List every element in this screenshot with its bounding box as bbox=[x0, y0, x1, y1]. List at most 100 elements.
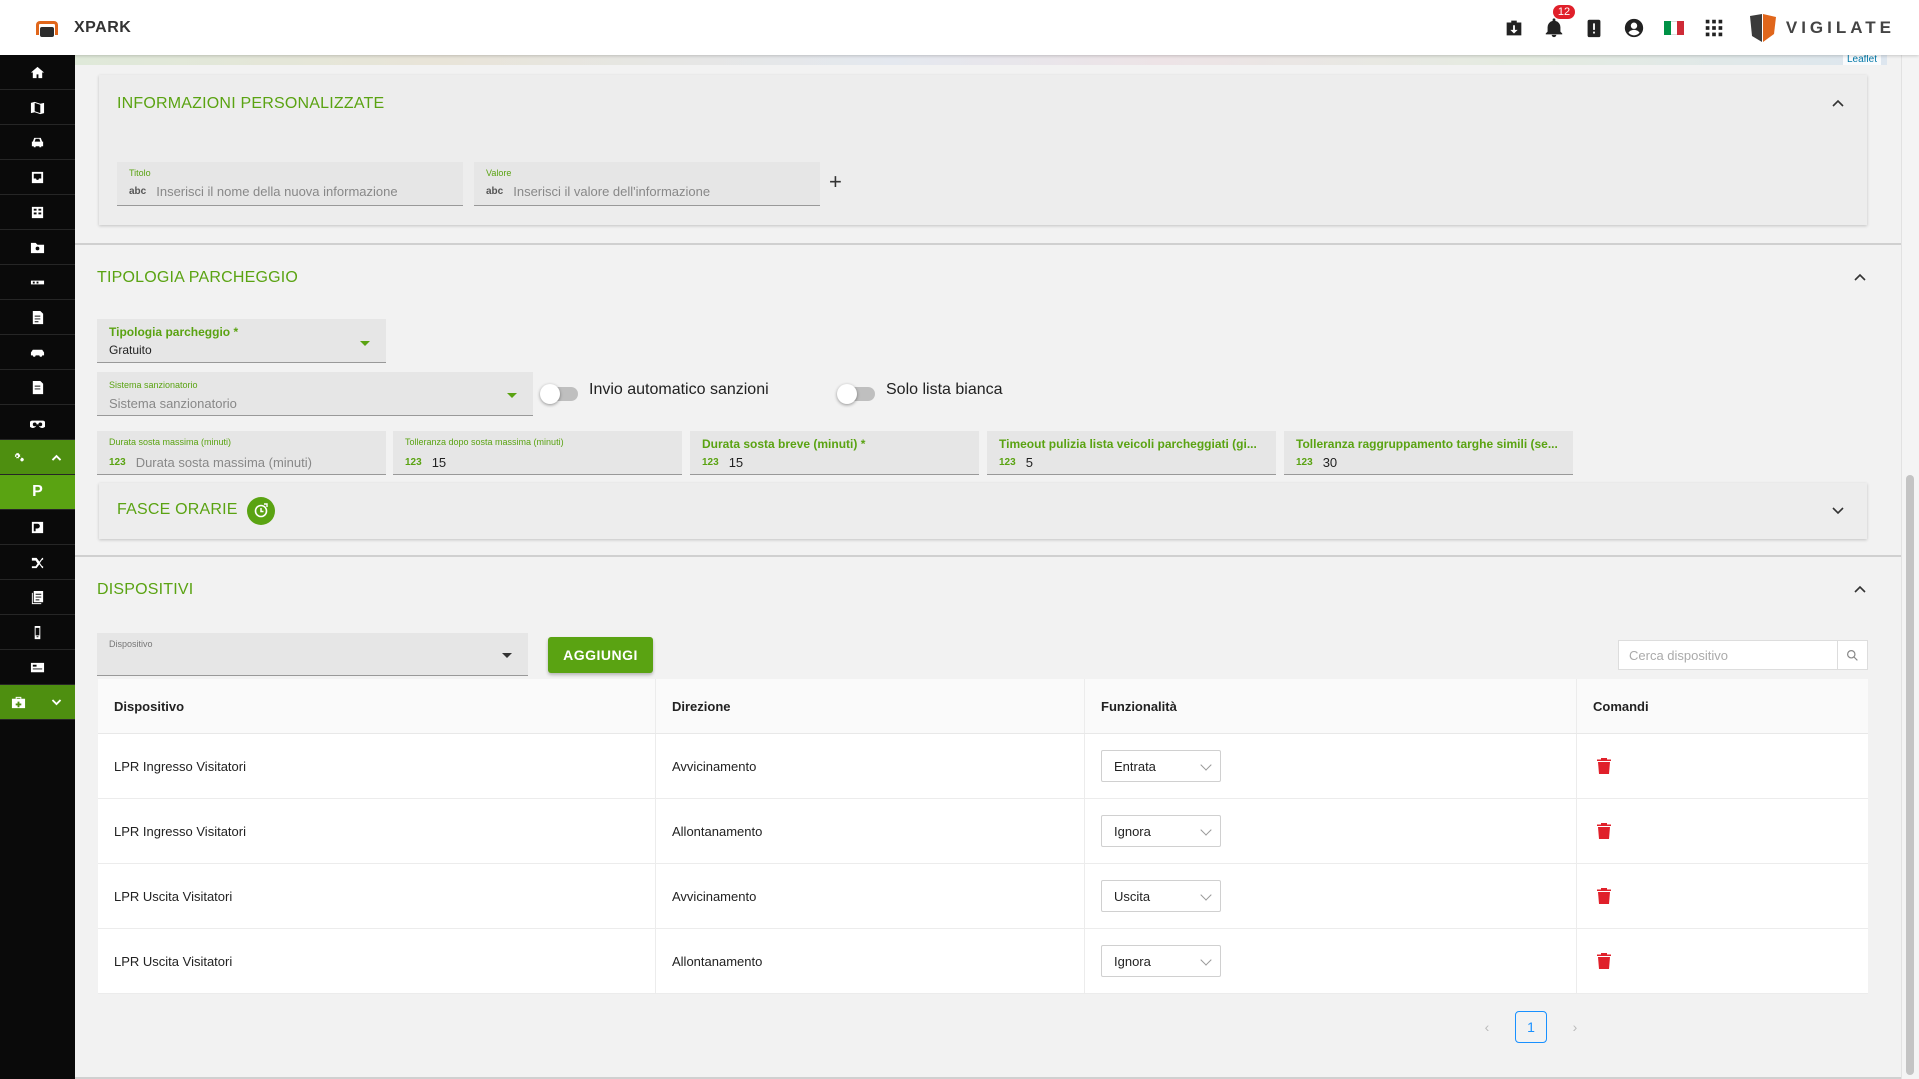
account-circle-icon[interactable] bbox=[1614, 0, 1654, 55]
sidebar-group-settings[interactable] bbox=[0, 440, 75, 475]
download-box-icon[interactable] bbox=[1494, 0, 1534, 55]
camera-bar-icon bbox=[30, 280, 45, 284]
apps-grid-icon[interactable] bbox=[1694, 0, 1734, 55]
short-stay-field[interactable]: Durata sosta breve (minuti) * 123 15 bbox=[690, 431, 979, 475]
language-flag-icon[interactable] bbox=[1654, 0, 1694, 55]
delete-trash-icon[interactable] bbox=[1597, 953, 1611, 969]
collapse-chevron-up-icon[interactable] bbox=[1853, 271, 1867, 285]
parking-type-value: Gratuito bbox=[109, 343, 152, 357]
sidebar-item-monitoring[interactable] bbox=[0, 405, 75, 440]
sanction-system-select[interactable]: Sistema sanzionatorio Sistema sanzionato… bbox=[97, 372, 533, 416]
delete-trash-icon[interactable] bbox=[1597, 888, 1611, 904]
number-type-icon: 123 bbox=[1296, 457, 1313, 468]
map-attribution[interactable]: Leaflet bbox=[1842, 54, 1881, 65]
function-select[interactable]: Ignora bbox=[1101, 815, 1221, 847]
delete-trash-icon[interactable] bbox=[1597, 758, 1611, 774]
section-divider bbox=[75, 243, 1901, 245]
list-icon bbox=[31, 590, 44, 604]
plate-grouping-field[interactable]: Tolleranza raggruppamento targhe simili … bbox=[1284, 431, 1573, 475]
cleanup-timeout-field[interactable]: Timeout pulizia lista veicoli parcheggia… bbox=[987, 431, 1276, 475]
device-name-cell: LPR Uscita Visitatori bbox=[98, 929, 656, 993]
cleanup-timeout-input[interactable]: 123 5 bbox=[999, 455, 1033, 470]
plate-grouping-label: Tolleranza raggruppamento targhe simili … bbox=[1296, 437, 1558, 451]
tolerance-after-max-field[interactable]: Tolleranza dopo sosta massima (minuti) 1… bbox=[393, 431, 682, 475]
add-time-slot-icon[interactable] bbox=[247, 497, 275, 525]
value-field-input[interactable]: abc Inserisci il valore dell'informazione bbox=[486, 184, 710, 199]
chevron-up-icon bbox=[51, 454, 61, 461]
notifications-bell-icon[interactable]: 12 bbox=[1534, 0, 1576, 55]
next-page-button[interactable]: › bbox=[1559, 1019, 1591, 1035]
collapse-chevron-up-icon[interactable] bbox=[1831, 97, 1845, 111]
parking-map-icon bbox=[31, 521, 44, 533]
sidebar-item-inbox[interactable] bbox=[0, 160, 75, 195]
sidebar-item-table[interactable] bbox=[0, 195, 75, 230]
report-icon bbox=[32, 310, 44, 324]
function-select-value: Uscita bbox=[1114, 888, 1151, 904]
map-icon bbox=[30, 101, 45, 114]
parking-type-select[interactable]: Tipologia parcheggio * Gratuito bbox=[97, 319, 386, 363]
vigilate-shield-icon bbox=[1749, 13, 1776, 42]
sidebar-item-reports[interactable] bbox=[0, 300, 75, 335]
sanction-system-label: Sistema sanzionatorio bbox=[109, 380, 198, 390]
search-button[interactable] bbox=[1837, 641, 1867, 669]
sidebar-item-folder[interactable] bbox=[0, 230, 75, 265]
page-scrollbar[interactable] bbox=[1901, 55, 1919, 1079]
dropdown-arrow-icon bbox=[502, 653, 512, 658]
collapse-chevron-up-icon[interactable] bbox=[1853, 583, 1867, 597]
max-stay-input[interactable]: 123 Durata sosta massima (minuti) bbox=[109, 455, 312, 470]
custom-info-title-field[interactable]: Titolo abc Inserisci il nome della nuova … bbox=[117, 162, 463, 206]
alert-clipboard-icon[interactable] bbox=[1574, 0, 1614, 55]
function-select[interactable]: Ignora bbox=[1101, 945, 1221, 977]
tolerance-after-max-input[interactable]: 123 15 bbox=[405, 455, 446, 470]
auto-sanctions-toggle[interactable] bbox=[540, 384, 578, 404]
map-preview-strip[interactable] bbox=[75, 55, 1887, 65]
sidebar-subitem-cards[interactable] bbox=[0, 650, 75, 685]
scrollbar-thumb[interactable] bbox=[1906, 475, 1914, 1075]
sidebar-subitem-routes[interactable] bbox=[0, 545, 75, 580]
devices-title: DISPOSITIVI bbox=[97, 581, 194, 598]
device-search-input[interactable]: Cerca dispositivo bbox=[1618, 640, 1868, 670]
toolbox-icon bbox=[12, 696, 26, 708]
max-stay-field[interactable]: Durata sosta massima (minuti) 123 Durata … bbox=[97, 431, 386, 475]
add-info-plus-icon[interactable]: + bbox=[829, 169, 842, 195]
document-edit-icon bbox=[32, 380, 44, 394]
app-logo[interactable]: XPARK bbox=[32, 15, 131, 41]
inbox-icon bbox=[31, 171, 44, 183]
function-cell: Entrata bbox=[1085, 734, 1577, 798]
tolerance-after-max-label: Tolleranza dopo sosta massima (minuti) bbox=[405, 437, 564, 447]
app-title: XPARK bbox=[74, 18, 132, 36]
sidebar-item-documents[interactable] bbox=[0, 370, 75, 405]
sidebar-subitem-list[interactable] bbox=[0, 580, 75, 615]
short-stay-label: Durata sosta breve (minuti) * bbox=[702, 437, 866, 451]
sidebar-subitem-devices[interactable] bbox=[0, 615, 75, 650]
function-select[interactable]: Uscita bbox=[1101, 880, 1221, 912]
sidebar-item-parking[interactable]: P bbox=[0, 475, 75, 510]
short-stay-input[interactable]: 123 15 bbox=[702, 455, 743, 470]
title-field-input[interactable]: abc Inserisci il nome della nuova informa… bbox=[129, 184, 398, 199]
sidebar-item-map[interactable] bbox=[0, 90, 75, 125]
sidebar-group-tools[interactable] bbox=[0, 685, 75, 720]
commands-cell bbox=[1577, 929, 1868, 993]
add-device-button[interactable]: AGGIUNGI bbox=[548, 637, 653, 673]
expand-chevron-down-icon[interactable] bbox=[1831, 503, 1845, 517]
table-row: LPR Uscita Visitatori Allontanamento Ign… bbox=[98, 929, 1868, 994]
commands-cell bbox=[1577, 864, 1868, 928]
whitelist-only-toggle[interactable] bbox=[837, 384, 875, 404]
device-select[interactable]: Dispositivo bbox=[97, 633, 528, 676]
custom-info-title: INFORMAZIONI PERSONALIZZATE bbox=[117, 95, 385, 112]
sidebar-item-fleet[interactable] bbox=[0, 335, 75, 370]
title-field-placeholder: Inserisci il nome della nuova informazio… bbox=[156, 184, 398, 199]
plate-grouping-input[interactable]: 123 30 bbox=[1296, 455, 1337, 470]
column-header-commands: Comandi bbox=[1593, 698, 1649, 714]
custom-info-value-field[interactable]: Valore abc Inserisci il valore dell'infor… bbox=[474, 162, 820, 206]
main-content: INFORMAZIONI PERSONALIZZATE Titolo abc In… bbox=[75, 65, 1901, 1079]
current-page-button[interactable]: 1 bbox=[1515, 1011, 1547, 1043]
prev-page-button[interactable]: ‹ bbox=[1471, 1019, 1503, 1035]
time-slots-panel[interactable]: FASCE ORARIE bbox=[99, 483, 1867, 539]
sidebar-item-home[interactable] bbox=[0, 55, 75, 90]
sidebar-item-cameras[interactable] bbox=[0, 265, 75, 300]
delete-trash-icon[interactable] bbox=[1597, 823, 1611, 839]
sidebar-item-vehicles[interactable] bbox=[0, 125, 75, 160]
function-select[interactable]: Entrata bbox=[1101, 750, 1221, 782]
sidebar-subitem-parking-map[interactable] bbox=[0, 510, 75, 545]
